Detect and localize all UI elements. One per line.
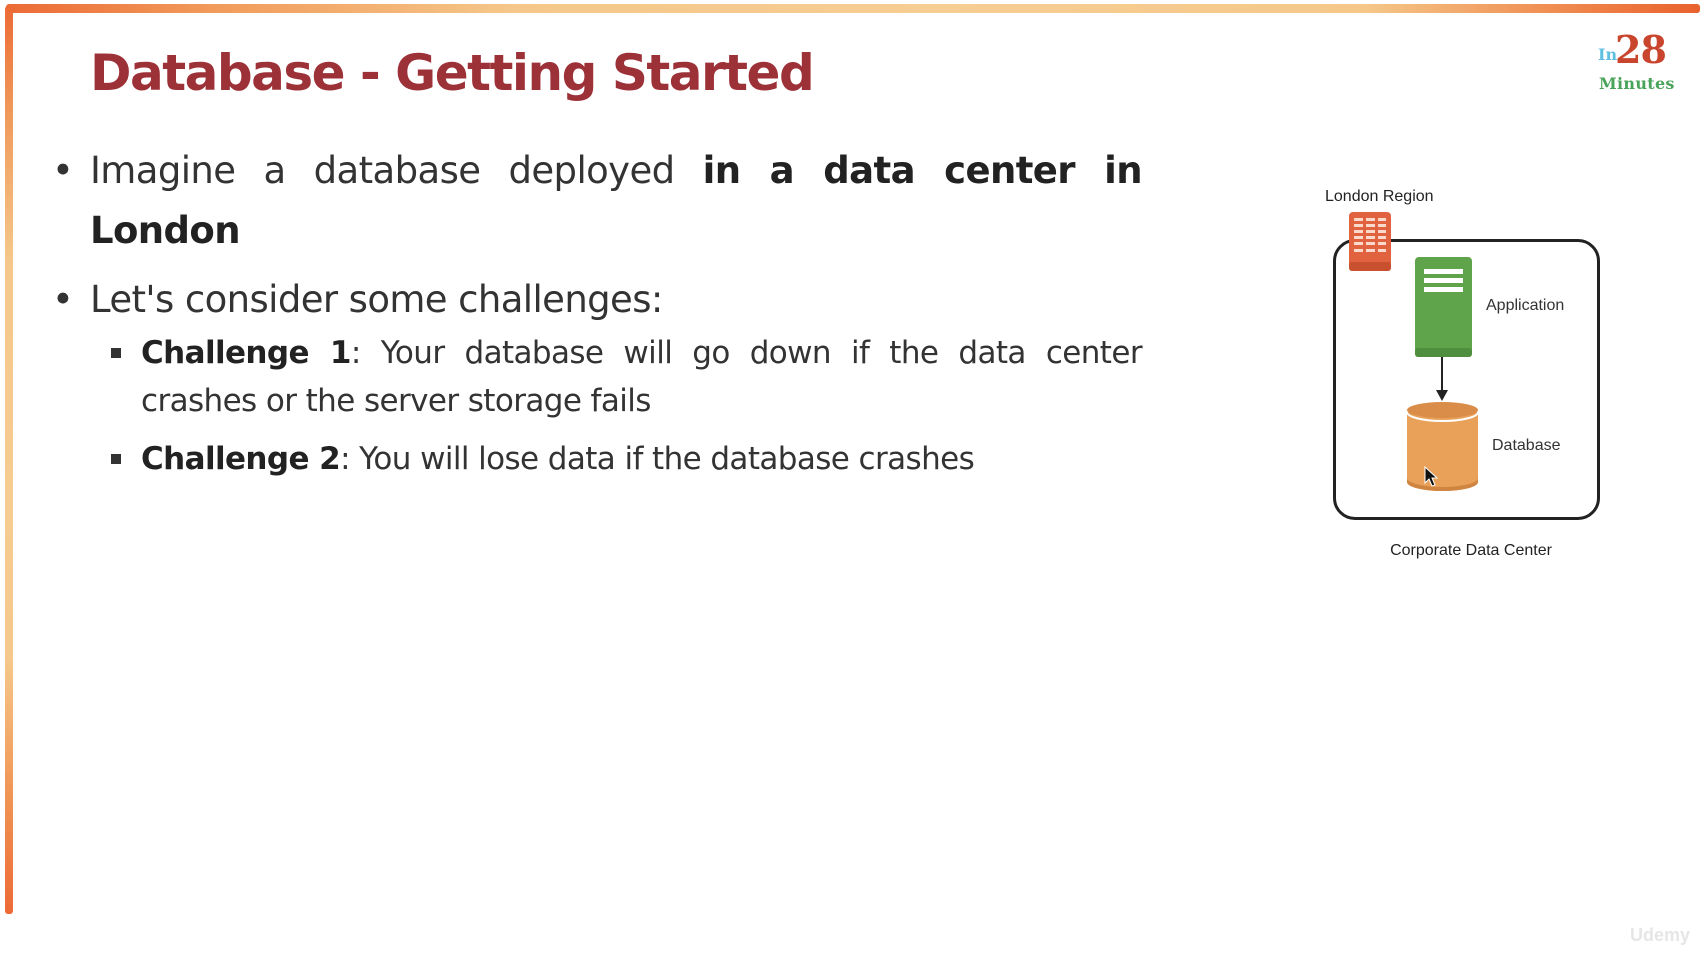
architecture-diagram: London Region Application Database Corpo…: [1300, 180, 1640, 580]
sub-bullet-item: Challenge 1: Your database will go down …: [106, 329, 1143, 425]
slide-top-accent-bar: [6, 4, 1700, 13]
diagram-graphics: [1349, 212, 1479, 491]
udemy-watermark: Udemy: [1630, 925, 1691, 945]
bullet-dot-icon: •: [52, 149, 74, 192]
connection-arrow: [1436, 357, 1448, 401]
square-bullet-icon: [111, 454, 121, 464]
challenge-description: : You will lose data if the database cra…: [340, 441, 975, 477]
data-center-label: Corporate Data Center: [1390, 542, 1552, 559]
square-bullet-icon: [111, 348, 121, 358]
sub-bullet-text: Challenge 1: Your database will go down …: [141, 329, 1143, 425]
bullet-dot-icon: •: [52, 278, 74, 321]
slide-left-accent-bar: [5, 6, 13, 914]
logo-number: 28: [1615, 27, 1667, 72]
challenge-label: Challenge 2: [141, 441, 341, 477]
application-label: Application: [1486, 297, 1565, 314]
sub-bullet-text: Challenge 2: You will lose data if the d…: [141, 435, 1142, 483]
database-label: Database: [1492, 437, 1561, 454]
bullet-item: • Imagine a database deployed in a data …: [48, 141, 1143, 261]
bullet-text: Let's consider some challenges:: [90, 270, 1142, 330]
building-icon: [1349, 212, 1391, 271]
bullet-text-plain: Imagine a database deployed: [90, 149, 703, 192]
in28minutes-logo: In 28 Minutes: [1596, 30, 1686, 96]
bullet-item: • Let's consider some challenges:: [48, 270, 1142, 330]
logo-suffix: Minutes: [1599, 74, 1675, 93]
challenge-label: Challenge 1: [141, 335, 351, 371]
bullet-text: Imagine a database deployed in a data ce…: [90, 141, 1143, 261]
mouse-cursor-icon: [1424, 466, 1439, 487]
database-cylinder-icon: [1406, 402, 1479, 491]
bullet-text-plain: Let's consider some challenges:: [90, 278, 663, 321]
slide-title: Database - Getting Started: [90, 44, 815, 102]
server-icon: [1415, 257, 1472, 357]
sub-bullet-item: Challenge 2: You will lose data if the d…: [106, 435, 1142, 483]
